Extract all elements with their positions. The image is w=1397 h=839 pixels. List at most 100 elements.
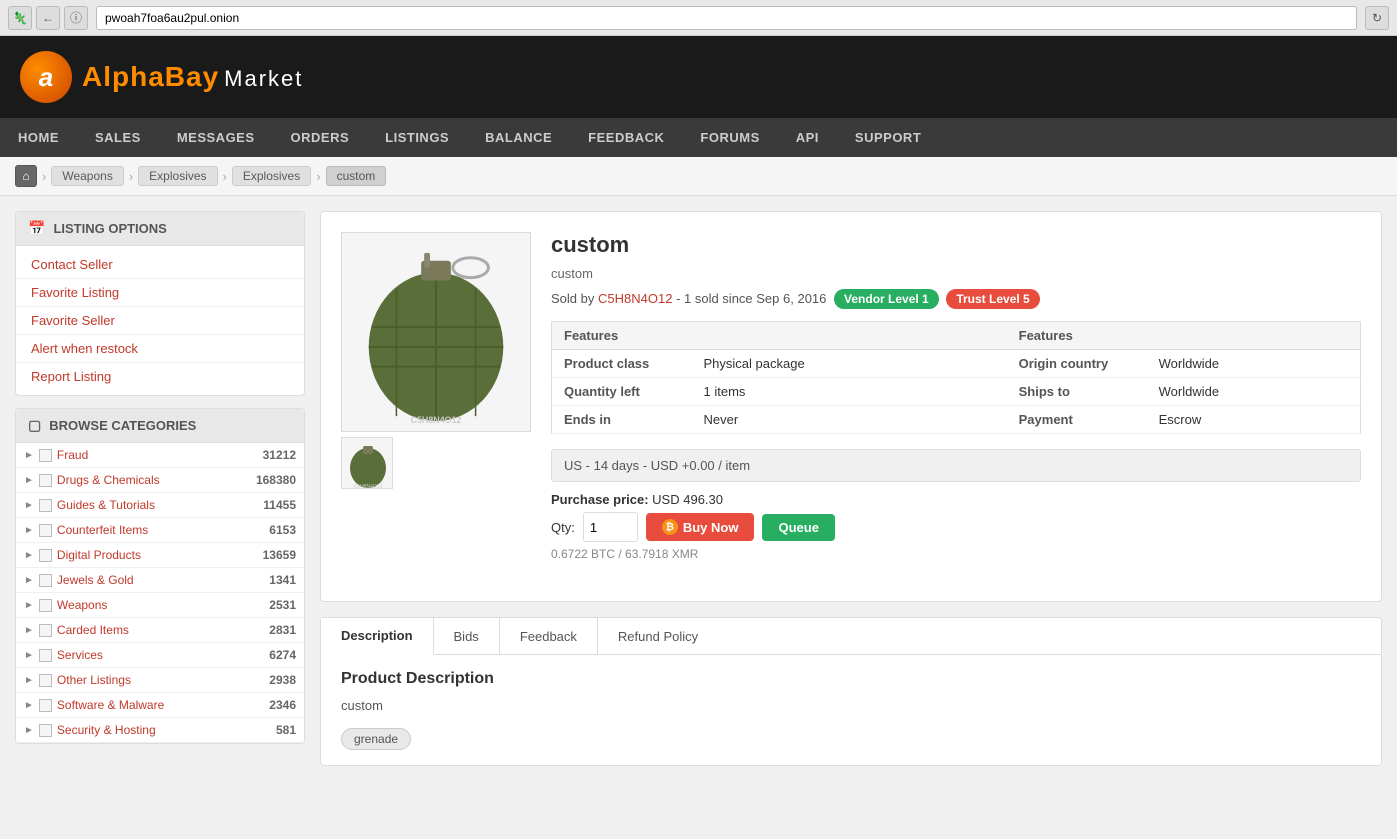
product-top: C5H8N4O12 C5H8N4O12 custom custom (341, 232, 1361, 561)
purchase-row: Qty: ₿ Buy Now Queue (551, 512, 1361, 542)
list-item[interactable]: ► Digital Products 13659 (16, 543, 304, 568)
list-item[interactable]: ► Security & Hosting 581 (16, 718, 304, 743)
svg-text:C5H8N4O12: C5H8N4O12 (354, 484, 383, 489)
category-checkbox[interactable] (39, 599, 52, 612)
category-count: 2938 (269, 673, 296, 687)
breadcrumb-weapons[interactable]: Weapons (51, 166, 123, 186)
list-item[interactable]: ► Services 6274 (16, 643, 304, 668)
nav-balance[interactable]: BALANCE (467, 118, 570, 157)
category-checkbox[interactable] (39, 524, 52, 537)
category-count: 31212 (263, 448, 296, 462)
list-item[interactable]: ► Fraud 31212 (16, 443, 304, 468)
nav-feedback[interactable]: FEEDBACK (570, 118, 682, 157)
favorite-seller-link[interactable]: Favorite Seller (16, 307, 304, 335)
back-button[interactable]: ← (36, 6, 60, 30)
tab-bar: Description Bids Feedback Refund Policy … (320, 617, 1382, 766)
tab-content: Product Description custom grenade (321, 655, 1381, 765)
list-item[interactable]: ► Weapons 2531 (16, 593, 304, 618)
expand-arrow-icon[interactable]: ► (24, 625, 34, 636)
tab-feedback[interactable]: Feedback (500, 618, 598, 654)
favorite-listing-link[interactable]: Favorite Listing (16, 279, 304, 307)
expand-arrow-icon[interactable]: ► (24, 500, 34, 511)
nav-forums[interactable]: FORUMS (682, 118, 777, 157)
category-name[interactable]: Digital Products (57, 548, 258, 562)
category-checkbox[interactable] (39, 699, 52, 712)
category-checkbox[interactable] (39, 474, 52, 487)
ends-in-value: Never (692, 406, 1007, 434)
expand-arrow-icon[interactable]: ► (24, 525, 34, 536)
list-item[interactable]: ► Software & Malware 2346 (16, 693, 304, 718)
tab-bids[interactable]: Bids (434, 618, 500, 654)
origin-country-label: Origin country (1007, 350, 1147, 378)
breadcrumb-explosives1[interactable]: Explosives (138, 166, 217, 186)
category-checkbox[interactable] (39, 624, 52, 637)
category-name[interactable]: Jewels & Gold (57, 573, 264, 587)
expand-arrow-icon[interactable]: ► (24, 450, 34, 461)
expand-arrow-icon[interactable]: ► (24, 725, 34, 736)
nav-home[interactable]: HOME (0, 118, 77, 157)
tab-description[interactable]: Description (321, 618, 434, 655)
nav-api[interactable]: API (778, 118, 837, 157)
contact-seller-link[interactable]: Contact Seller (16, 251, 304, 279)
product-images: C5H8N4O12 C5H8N4O12 (341, 232, 531, 561)
list-item[interactable]: ► Jewels & Gold 1341 (16, 568, 304, 593)
home-icon[interactable]: ⌂ (15, 165, 37, 187)
category-name[interactable]: Weapons (57, 598, 264, 612)
list-item[interactable]: ► Drugs & Chemicals 168380 (16, 468, 304, 493)
category-checkbox[interactable] (39, 549, 52, 562)
expand-arrow-icon[interactable]: ► (24, 475, 34, 486)
trust-badge: Trust Level 5 (946, 289, 1039, 309)
category-name[interactable]: Carded Items (57, 623, 264, 637)
tab-refund-policy[interactable]: Refund Policy (598, 618, 718, 654)
listing-options-title: LISTING OPTIONS (53, 221, 166, 236)
nav-messages[interactable]: MESSAGES (159, 118, 273, 157)
product-main-image[interactable]: C5H8N4O12 (341, 232, 531, 432)
queue-button[interactable]: Queue (762, 514, 834, 541)
url-bar[interactable] (96, 6, 1357, 30)
category-name[interactable]: Guides & Tutorials (57, 498, 258, 512)
buy-now-button[interactable]: ₿ Buy Now (646, 513, 755, 541)
category-name[interactable]: Software & Malware (57, 698, 264, 712)
expand-arrow-icon[interactable]: ► (24, 650, 34, 661)
browse-categories-box: ▢ BROWSE CATEGORIES ► Fraud 31212 ► Drug… (15, 408, 305, 744)
breadcrumb-explosives2[interactable]: Explosives (232, 166, 311, 186)
category-checkbox[interactable] (39, 574, 52, 587)
category-checkbox[interactable] (39, 499, 52, 512)
category-checkbox[interactable] (39, 449, 52, 462)
category-count: 2346 (269, 698, 296, 712)
expand-arrow-icon[interactable]: ► (24, 600, 34, 611)
list-item[interactable]: ► Carded Items 2831 (16, 618, 304, 643)
category-count: 1341 (269, 573, 296, 587)
product-thumb-image[interactable]: C5H8N4O12 (341, 437, 393, 489)
expand-arrow-icon[interactable]: ► (24, 575, 34, 586)
expand-arrow-icon[interactable]: ► (24, 550, 34, 561)
listing-options-links: Contact Seller Favorite Listing Favorite… (16, 246, 304, 395)
alert-restock-link[interactable]: Alert when restock (16, 335, 304, 363)
list-item[interactable]: ► Guides & Tutorials 11455 (16, 493, 304, 518)
logo-letter: a (39, 62, 53, 93)
category-checkbox[interactable] (39, 649, 52, 662)
category-checkbox[interactable] (39, 674, 52, 687)
category-name[interactable]: Fraud (57, 448, 258, 462)
reload-button[interactable]: ↻ (1365, 6, 1389, 30)
vendor-link[interactable]: C5H8N4O12 (598, 291, 672, 306)
sold-by-label: Sold by (551, 291, 594, 306)
category-name[interactable]: Drugs & Chemicals (57, 473, 251, 487)
quantity-input[interactable] (583, 512, 638, 542)
category-list: ► Fraud 31212 ► Drugs & Chemicals 168380… (16, 443, 304, 743)
expand-arrow-icon[interactable]: ► (24, 675, 34, 686)
info-button[interactable]: ⓘ (64, 6, 88, 30)
list-item[interactable]: ► Counterfeit Items 6153 (16, 518, 304, 543)
category-name[interactable]: Services (57, 648, 264, 662)
list-item[interactable]: ► Other Listings 2938 (16, 668, 304, 693)
nav-listings[interactable]: LISTINGS (367, 118, 467, 157)
category-name[interactable]: Other Listings (57, 673, 264, 687)
category-name[interactable]: Counterfeit Items (57, 523, 264, 537)
nav-support[interactable]: SUPPORT (837, 118, 939, 157)
category-checkbox[interactable] (39, 724, 52, 737)
nav-orders[interactable]: ORDERS (273, 118, 368, 157)
nav-sales[interactable]: SALES (77, 118, 159, 157)
expand-arrow-icon[interactable]: ► (24, 700, 34, 711)
report-listing-link[interactable]: Report Listing (16, 363, 304, 390)
category-name[interactable]: Security & Hosting (57, 723, 271, 737)
